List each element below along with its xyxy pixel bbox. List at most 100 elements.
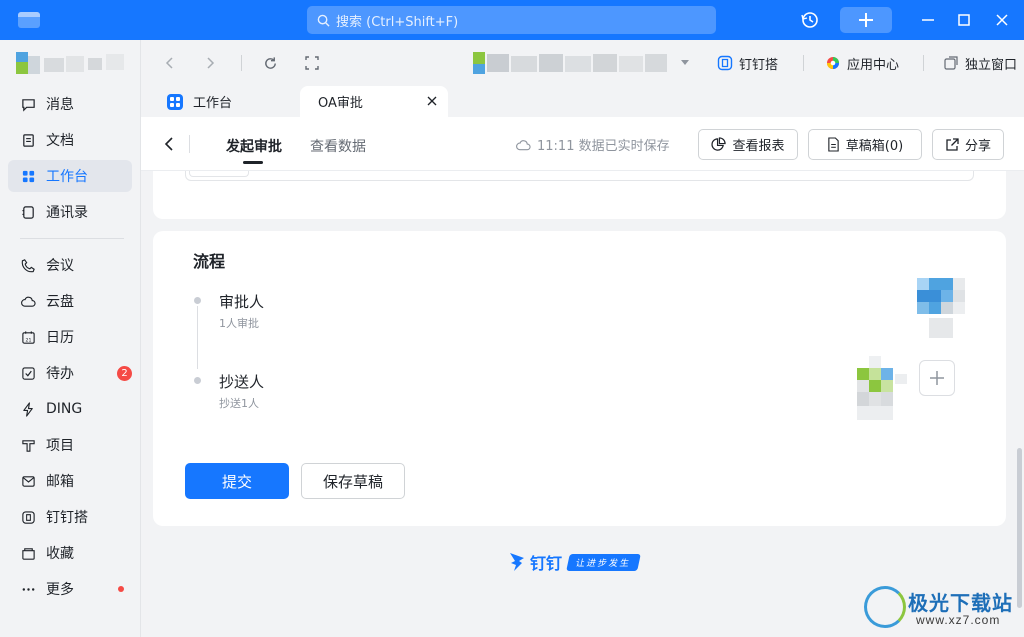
draft-file-icon [828, 137, 839, 152]
watermark-title: 极光下载站 [908, 591, 1013, 615]
main-content: 发起审批 查看数据 11:11 数据已实时保存 查看报表 草稿箱(0) 分享 流… [141, 117, 1024, 637]
divider [189, 135, 190, 153]
tab-view-data[interactable]: 查看数据 [310, 136, 366, 156]
tab-workbench[interactable]: 工作台 [167, 86, 297, 117]
cc-avatar[interactable] [857, 356, 907, 424]
app-center-link[interactable]: 应用中心 [825, 53, 899, 73]
history-icon[interactable] [798, 8, 822, 32]
tab-start-approval[interactable]: 发起审批 [226, 136, 282, 156]
flow-node-dot [194, 297, 201, 304]
view-report-label: 查看报表 [732, 139, 785, 154]
pie-chart-icon [711, 137, 727, 151]
add-button[interactable] [840, 7, 892, 33]
share-icon [946, 137, 959, 151]
sidebar-item-docs[interactable]: 文档 [8, 124, 132, 156]
organization-switcher[interactable] [473, 50, 691, 76]
sidebar-item-dingda[interactable]: 钉钉搭 [8, 501, 132, 533]
project-icon [20, 437, 36, 453]
sidebar-item-label: 文档 [46, 133, 74, 149]
mail-icon [20, 473, 36, 489]
back-arrow-icon[interactable] [163, 136, 175, 156]
divider [241, 55, 242, 71]
page-toolbar: 发起审批 查看数据 11:11 数据已实时保存 查看报表 草稿箱(0) 分享 [141, 117, 1024, 171]
cc-label: 抄送人 [219, 373, 265, 391]
maximize-icon[interactable] [952, 8, 976, 32]
tab-label: 工作台 [193, 96, 233, 111]
search-input[interactable]: 搜索 (Ctrl+Shift+F) [307, 6, 716, 34]
sidebar-item-project[interactable]: 项目 [8, 429, 132, 461]
cc-count: 抄送1人 [219, 397, 259, 410]
save-draft-button[interactable]: 保存草稿 [301, 463, 405, 499]
add-cc-button[interactable] [919, 360, 955, 396]
tab-label: OA审批 [318, 96, 363, 111]
sidebar-item-favorites[interactable]: 收藏 [8, 537, 132, 569]
standalone-window-link[interactable]: 独立窗口 [943, 53, 1017, 73]
form-field-edge [189, 171, 249, 177]
sidebar-item-mail[interactable]: 邮箱 [8, 465, 132, 497]
sidebar-item-calendar[interactable]: 21 日历 [8, 321, 132, 353]
drafts-button[interactable]: 草稿箱(0) [808, 129, 922, 160]
plus-icon [930, 371, 944, 385]
process-card: 流程 审批人 1人审批 抄送人 抄送1人 提交 保存草稿 [153, 231, 1006, 526]
watermark-logo-icon [864, 586, 906, 628]
search-icon [317, 14, 330, 27]
sidebar-item-label: 云盘 [46, 294, 74, 310]
sidebar-item-label: 消息 [46, 97, 74, 113]
minimize-icon[interactable] [916, 8, 940, 32]
cloud-icon [516, 139, 531, 150]
tab-oa-approval[interactable]: OA审批 [300, 86, 448, 117]
sidebar-item-label: 工作台 [46, 169, 88, 185]
sidebar-item-meeting[interactable]: 会议 [8, 249, 132, 281]
favorites-icon [20, 545, 36, 561]
active-tab-indicator [243, 161, 263, 164]
save-status: 11:11 数据已实时保存 [516, 135, 670, 154]
sidebar-item-cloud[interactable]: 云盘 [8, 285, 132, 317]
sidebar-item-messages[interactable]: 消息 [8, 88, 132, 120]
dingda-link[interactable]: 钉钉搭 [717, 53, 778, 73]
submit-button[interactable]: 提交 [185, 463, 289, 499]
workbench-icon [20, 168, 36, 184]
sidebar-item-label: 更多 [46, 582, 74, 598]
notification-dot [118, 586, 124, 592]
sidebar-item-label: DING [46, 401, 83, 417]
sidebar-item-todo[interactable]: 待办 2 [8, 357, 132, 389]
app-logo-icon [18, 12, 40, 28]
watermark-url: www.xz7.com [916, 613, 1001, 627]
title-bar: 搜索 (Ctrl+Shift+F) [0, 0, 1024, 40]
window-icon [943, 55, 959, 71]
flow-connector [197, 306, 198, 369]
share-button[interactable]: 分享 [932, 129, 1004, 160]
sidebar-item-label: 收藏 [46, 546, 74, 562]
calendar-icon: 21 [20, 329, 36, 345]
tab-bar: 工作台 OA审批 [141, 86, 1024, 117]
dingtalk-footer-logo: 钉钉 让进步发生 [508, 549, 641, 575]
forward-icon[interactable] [201, 54, 219, 72]
view-report-button[interactable]: 查看报表 [698, 129, 798, 160]
fullscreen-icon[interactable] [303, 54, 321, 72]
app-center-label: 应用中心 [847, 57, 900, 73]
flow-node-dot [194, 377, 201, 384]
builder-icon [20, 509, 36, 525]
drafts-label: 草稿箱(0) [845, 139, 904, 154]
sidebar-item-ding[interactable]: DING [8, 393, 132, 425]
lightning-icon [20, 401, 36, 417]
user-avatar[interactable] [16, 52, 128, 76]
divider [923, 55, 924, 71]
back-icon[interactable] [161, 54, 179, 72]
sidebar-item-workbench[interactable]: 工作台 [8, 160, 132, 192]
process-title: 流程 [193, 252, 226, 271]
close-window-icon[interactable] [990, 8, 1014, 32]
watermark: 极光下载站 www.xz7.com [864, 584, 1020, 634]
sidebar-item-label: 通讯录 [46, 205, 88, 221]
close-tab-icon[interactable] [427, 96, 437, 106]
message-icon [20, 96, 36, 112]
sidebar-item-more[interactable]: 更多 [8, 573, 132, 605]
sidebar-divider [20, 238, 124, 239]
sidebar-item-contacts[interactable]: 通讯录 [8, 196, 132, 228]
approver-avatar[interactable] [917, 278, 965, 340]
navigation-bar: 钉钉搭 应用中心 独立窗口 [141, 40, 1024, 86]
refresh-icon[interactable] [261, 54, 279, 72]
search-placeholder: 搜索 (Ctrl+Shift+F) [336, 14, 459, 30]
plus-icon [859, 13, 873, 27]
form-card-bottom [153, 171, 1006, 219]
